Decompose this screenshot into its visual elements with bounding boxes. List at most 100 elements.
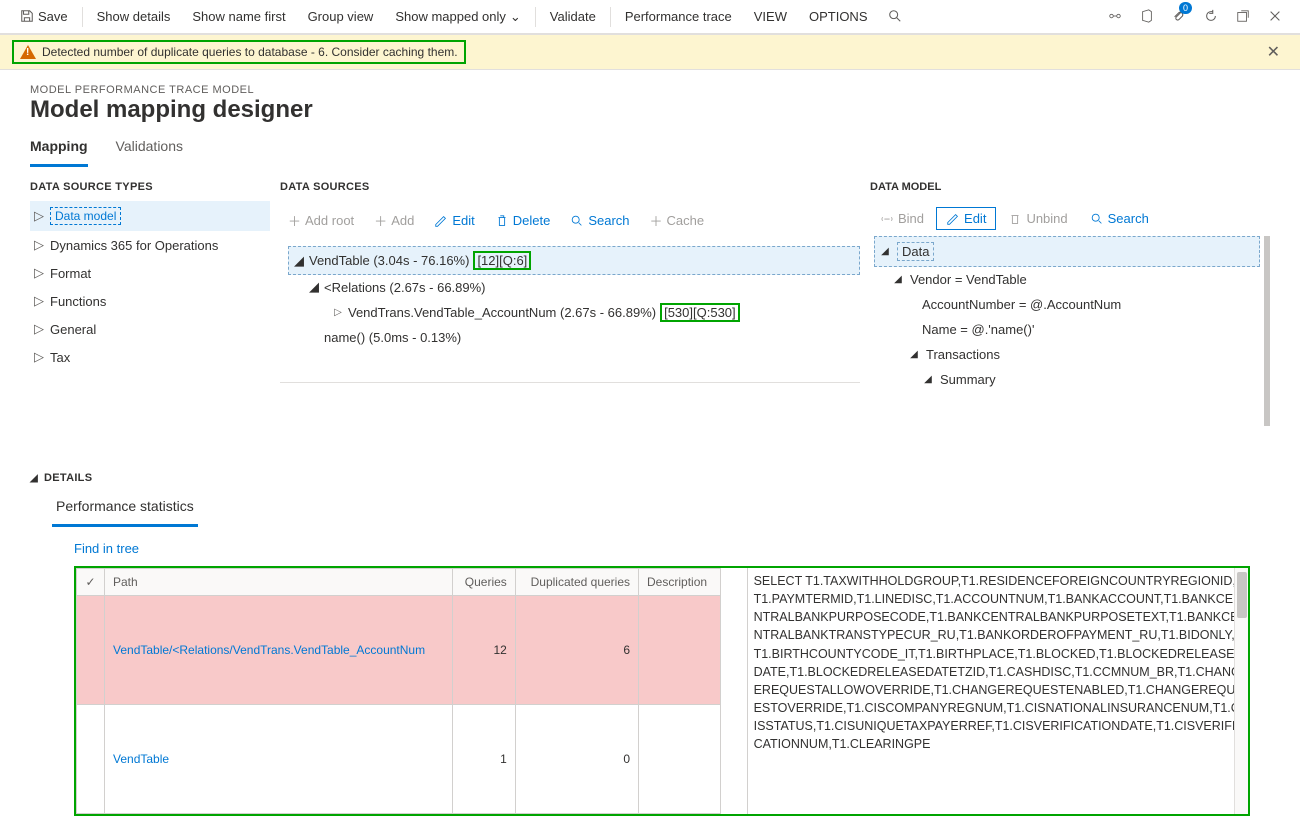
ds-node-vendtable[interactable]: ◢ VendTable (3.04s - 76.16%) [12][Q:6] [288, 246, 860, 275]
dm-node-summary[interactable]: ◢ Summary [918, 367, 1260, 392]
warning-bar: Detected number of duplicate queries to … [0, 34, 1300, 70]
chevron-right-icon: ▷ [34, 265, 44, 281]
pencil-icon [434, 214, 448, 228]
ds-node-label: VendTrans.VendTable_AccountNum (2.67s - … [348, 305, 656, 320]
tab-performance-statistics[interactable]: Performance statistics [52, 492, 198, 527]
chevron-down-icon[interactable]: ◢ [879, 246, 891, 257]
dm-node-label: Transactions [926, 347, 1000, 362]
chevron-down-icon[interactable]: ◢ [908, 349, 920, 360]
dm-node-vendor[interactable]: ◢ Vendor = VendTable [888, 267, 1260, 292]
dm-node-data[interactable]: ◢ Data [874, 236, 1260, 267]
cell-path[interactable]: VendTable [105, 705, 453, 814]
scrollbar[interactable] [1234, 568, 1248, 814]
tab-validations[interactable]: Validations [116, 132, 183, 167]
dm-node-accountnum[interactable]: AccountNumber = @.AccountNum [918, 292, 1260, 317]
validate-button[interactable]: Validate [540, 0, 606, 34]
row-check[interactable] [77, 705, 105, 814]
delete-button[interactable]: Delete [487, 209, 559, 232]
edit-button[interactable]: Edit [936, 207, 996, 230]
save-button[interactable]: Save [10, 0, 78, 34]
trash-icon [1008, 212, 1022, 226]
ds-node-vendtrans[interactable]: ▷ VendTrans.VendTable_AccountNum (2.67s … [328, 299, 860, 326]
warning-close-button[interactable]: ✕ [1259, 42, 1288, 62]
cell-desc [639, 596, 721, 705]
search-button[interactable]: Search [1080, 207, 1159, 230]
chevron-down-icon[interactable]: ◢ [922, 374, 934, 385]
show-name-first-button[interactable]: Show name first [182, 0, 295, 34]
dm-node-transactions[interactable]: ◢ Transactions [904, 342, 1260, 367]
search-icon [888, 9, 902, 23]
page-title: Model mapping designer [0, 96, 1300, 132]
view-button[interactable]: VIEW [744, 0, 797, 34]
scrollbar-thumb[interactable] [1237, 572, 1247, 618]
ds-type-label: Tax [50, 350, 70, 365]
search-button[interactable] [880, 0, 910, 34]
chevron-right-icon: ▷ [34, 321, 44, 337]
row-check[interactable] [77, 596, 105, 705]
col-path[interactable]: Path [105, 569, 453, 596]
popout-button[interactable] [1228, 0, 1258, 34]
col-queries[interactable]: Queries [453, 569, 515, 596]
col-duplicated-queries[interactable]: Duplicated queries [515, 569, 638, 596]
data-model-toolbar: Bind Edit Unbind Search [870, 201, 1270, 236]
show-mapped-only-label: Show mapped only [395, 9, 506, 24]
ds-type-general[interactable]: ▷ General [30, 315, 270, 343]
ds-type-functions[interactable]: ▷ Functions [30, 287, 270, 315]
chevron-down-icon[interactable]: ◢ [892, 274, 904, 285]
office-icon-button[interactable] [1132, 0, 1162, 34]
dm-node-label: Vendor = VendTable [910, 272, 1027, 287]
data-sources-panel: DATA SOURCES ＋Add root ＋Add Edit Delete … [280, 181, 860, 426]
connector-icon-button[interactable] [1100, 0, 1130, 34]
add-button: ＋Add [366, 207, 422, 234]
ds-node-relations[interactable]: ◢ <Relations (2.67s - 66.89%) [304, 275, 860, 299]
chevron-right-icon: ▷ [34, 237, 44, 253]
chevron-right-icon: ▷ [34, 293, 44, 309]
ds-type-label: Dynamics 365 for Operations [50, 238, 218, 253]
show-mapped-only-button[interactable]: Show mapped only⌄ [385, 0, 530, 34]
dm-node-name[interactable]: Name = @.'name()' [918, 317, 1260, 342]
ds-node-label: name() (5.0ms - 0.13%) [324, 330, 461, 345]
chevron-right-icon[interactable]: ▷ [332, 307, 344, 318]
tab-mapping[interactable]: Mapping [30, 132, 88, 167]
performance-table: ✓ Path Queries Duplicated queries Descri… [76, 568, 721, 814]
query-stats-highlight: [12][Q:6] [473, 251, 531, 270]
cell-queries: 12 [453, 596, 515, 705]
show-details-button[interactable]: Show details [87, 0, 181, 34]
options-button[interactable]: OPTIONS [799, 0, 878, 34]
details-header[interactable]: ◢ DETAILS [30, 472, 1270, 492]
search-icon [1090, 212, 1104, 226]
warning-text: Detected number of duplicate queries to … [42, 45, 458, 59]
col-description[interactable]: Description [639, 569, 721, 596]
search-button[interactable]: Search [562, 209, 637, 232]
group-view-button[interactable]: Group view [298, 0, 384, 34]
ds-type-format[interactable]: ▷ Format [30, 259, 270, 287]
chevron-down-icon[interactable]: ◢ [308, 279, 320, 295]
ds-type-label: Format [50, 266, 91, 281]
performance-highlight-frame: ✓ Path Queries Duplicated queries Descri… [74, 566, 1250, 816]
ds-type-data-model[interactable]: ▷ Data model [30, 201, 270, 231]
ds-type-label: General [50, 322, 96, 337]
ds-node-name[interactable]: name() (5.0ms - 0.13%) [320, 326, 860, 349]
chevron-down-icon[interactable]: ◢ [293, 253, 305, 269]
refresh-icon [1204, 9, 1218, 23]
chevron-down-icon: ◢ [30, 473, 38, 484]
data-model-header: DATA MODEL [870, 181, 1270, 201]
cell-path[interactable]: VendTable/<Relations/VendTrans.VendTable… [105, 596, 453, 705]
cell-desc [639, 705, 721, 814]
details-section: ◢ DETAILS Performance statistics Find in… [0, 426, 1300, 816]
table-row[interactable]: VendTable/<Relations/VendTrans.VendTable… [77, 596, 721, 705]
close-button[interactable] [1260, 0, 1290, 34]
col-check[interactable]: ✓ [77, 569, 105, 596]
warning-highlight: Detected number of duplicate queries to … [12, 40, 466, 64]
table-row[interactable]: VendTable 1 0 [77, 705, 721, 814]
ds-type-tax[interactable]: ▷ Tax [30, 343, 270, 371]
find-in-tree-link[interactable]: Find in tree [74, 541, 1270, 556]
performance-trace-button[interactable]: Performance trace [615, 0, 742, 34]
edit-button[interactable]: Edit [426, 209, 482, 232]
dm-node-label: Data [897, 242, 934, 261]
refresh-button[interactable] [1196, 0, 1226, 34]
ds-type-d365[interactable]: ▷ Dynamics 365 for Operations [30, 231, 270, 259]
ds-node-label: VendTable (3.04s - 76.16%) [309, 253, 469, 268]
attachments-button[interactable]: 0 [1164, 0, 1194, 34]
ds-type-label: Data model [50, 207, 121, 225]
